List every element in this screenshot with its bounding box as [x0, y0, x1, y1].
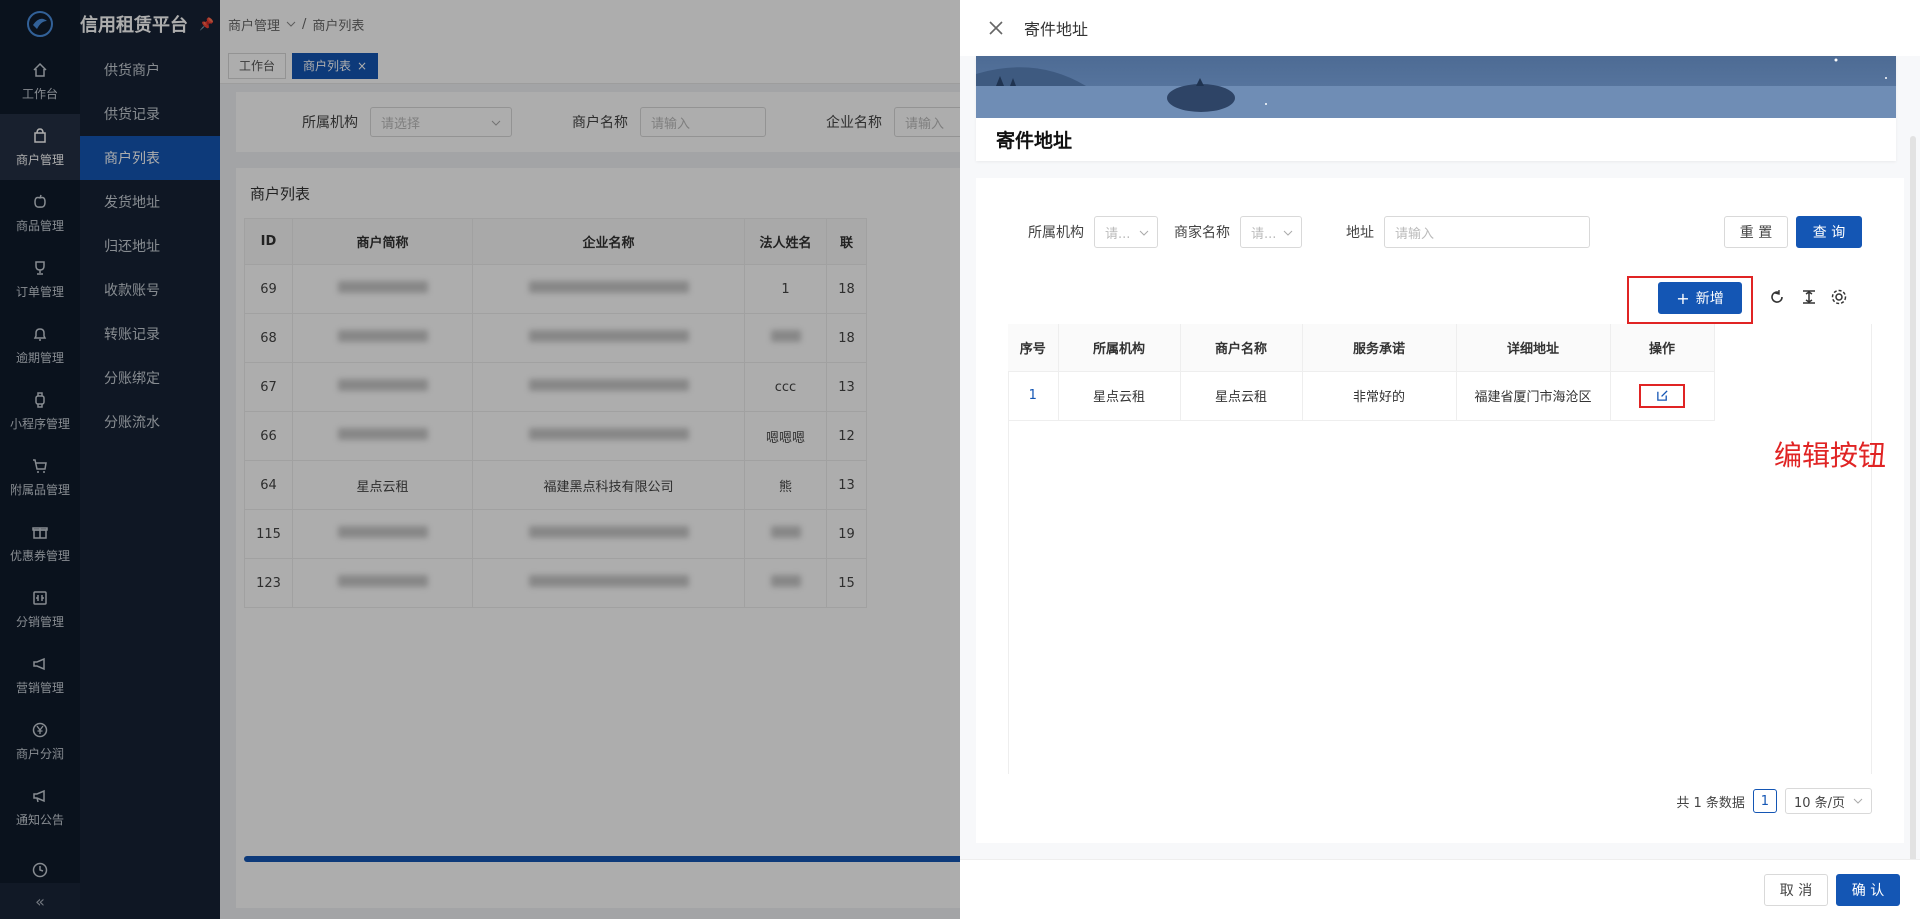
table-cell: 星点云租: [1058, 371, 1181, 421]
column-header: 操作: [1610, 324, 1715, 372]
edit-icon: [1656, 390, 1668, 401]
app-root: 工作台 商户管理 商品管理 订单管理 逾期管理 小程序管理 附属品管理 优惠券管理 分销管理 营销…: [0, 0, 1920, 919]
chevron-down-icon: [1283, 230, 1293, 236]
filter-label: 地址: [1346, 225, 1374, 241]
drawer-footer: 取 消 确 认: [960, 859, 1920, 919]
landscape-illustration: [976, 58, 1896, 118]
page-size-select[interactable]: 10 条/页: [1784, 788, 1872, 814]
table-row[interactable]: 1 星点云租 星点云租 非常好的 福建省厦门市海沧区: [1008, 371, 1715, 421]
placeholder: 请输入: [1395, 226, 1435, 242]
column-header: 服务承诺: [1302, 324, 1457, 372]
vertical-scrollbar[interactable]: [1910, 136, 1916, 906]
refresh-icon[interactable]: [1768, 288, 1786, 306]
edit-button[interactable]: [1639, 383, 1685, 408]
banner-card: 寄件地址: [976, 56, 1896, 161]
plus-icon: +: [1676, 288, 1690, 308]
placeholder: 请...: [1251, 226, 1277, 242]
table-cell: 星点云租: [1180, 371, 1303, 421]
org-select[interactable]: 请...: [1094, 216, 1158, 248]
page-size-label: 10 条/页: [1793, 795, 1845, 811]
add-label: 新增: [1695, 291, 1724, 307]
banner-title: 寄件地址: [996, 130, 1073, 152]
column-header: 序号: [1008, 324, 1059, 372]
banner-image: [976, 56, 1896, 118]
drawer-filter-bar: 所属机构 请... 商家名称 请... 地址 请输入: [1028, 216, 1590, 248]
pagination: 共 1 条数据 1 10 条/页: [1676, 788, 1872, 814]
placeholder: 请...: [1105, 226, 1131, 242]
address-drawer: 寄件地址 寄件地址 所属机构 请... 商家名称 请... 地址 请输入 重 置…: [960, 0, 1920, 919]
chevron-down-icon: [1853, 798, 1863, 804]
table-cell: 非常好的: [1302, 371, 1457, 421]
settings-gear-icon[interactable]: [1830, 288, 1848, 306]
address-card: 所属机构 请... 商家名称 请... 地址 请输入 重 置 查 询 + 新增: [976, 178, 1904, 843]
address-table: 序号 所属机构 商户名称 服务承诺 详细地址 操作 1 星点云租 星点云租 非常好的 福建省厦门市…: [1008, 324, 1715, 421]
modal-mask[interactable]: [0, 0, 960, 919]
total-count: 共 1 条数据: [1676, 795, 1745, 811]
column-header: 所属机构: [1058, 324, 1181, 372]
filter-label: 商家名称: [1174, 225, 1230, 241]
annotation-label: 编辑按钮: [1774, 439, 1887, 472]
confirm-button[interactable]: 确 认: [1836, 874, 1900, 906]
action-cell: [1610, 371, 1715, 421]
query-button[interactable]: 查 询: [1796, 216, 1862, 248]
table-cell: 福建省厦门市海沧区: [1456, 371, 1611, 421]
column-header: 详细地址: [1456, 324, 1611, 372]
merchant-select[interactable]: 请...: [1240, 216, 1302, 248]
close-icon[interactable]: [988, 20, 1004, 36]
column-header: 商户名称: [1180, 324, 1303, 372]
add-button[interactable]: + 新增: [1658, 282, 1742, 314]
filter-label: 所属机构: [1028, 225, 1084, 241]
drawer-header: 寄件地址: [960, 0, 1920, 56]
drawer-title: 寄件地址: [1024, 20, 1089, 39]
drawer-body: 寄件地址 所属机构 请... 商家名称 请... 地址 请输入 重 置 查 询: [960, 56, 1920, 906]
column-height-icon[interactable]: [1800, 288, 1818, 306]
table-cell: 1: [1008, 371, 1059, 421]
cancel-button[interactable]: 取 消: [1764, 874, 1828, 906]
reset-button[interactable]: 重 置: [1724, 216, 1788, 248]
chevron-down-icon: [1139, 230, 1149, 236]
address-input[interactable]: 请输入: [1384, 216, 1590, 248]
page-number[interactable]: 1: [1752, 789, 1777, 813]
